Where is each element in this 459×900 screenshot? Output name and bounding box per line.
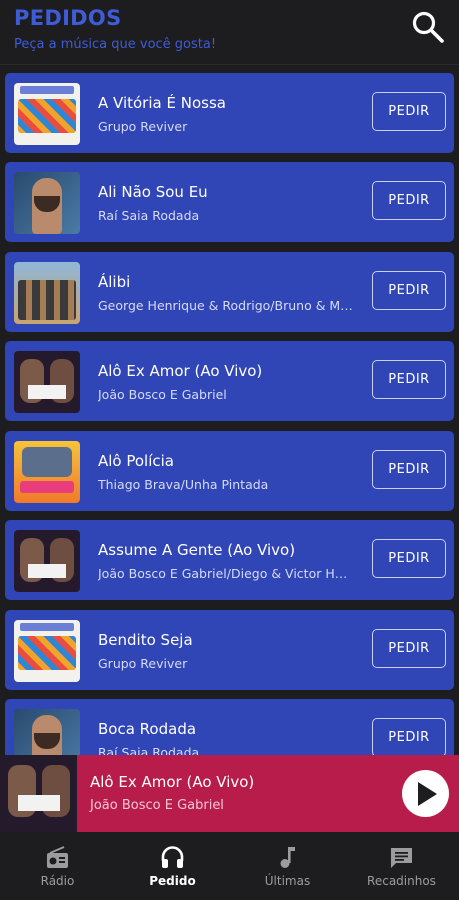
song-title: Alô Ex Amor (Ao Vivo) (98, 362, 263, 380)
song-title: Álibi (98, 273, 131, 291)
album-art (14, 620, 80, 682)
page-subtitle: Peça a música que você gosta! (14, 37, 217, 52)
radio-icon (47, 846, 68, 868)
album-art (14, 351, 80, 413)
album-art (14, 83, 80, 145)
music-note-icon (280, 847, 295, 868)
song-row[interactable]: Álibi George Henrique & Rodrigo/Bruno & … (5, 252, 454, 332)
now-playing-title: Alô Ex Amor (Ao Vivo) (90, 773, 255, 791)
song-artist: Grupo Reviver (98, 656, 188, 671)
song-list[interactable]: A Vitória É Nossa Grupo Reviver PEDIR Al… (0, 65, 459, 755)
song-row[interactable]: Alô Ex Amor (Ao Vivo) João Bosco E Gabri… (5, 341, 454, 421)
song-row[interactable]: Boca Rodada Raí Saia Rodada PEDIR (5, 699, 454, 755)
tab-pedido[interactable]: Pedido (115, 832, 230, 900)
song-artist: Raí Saia Rodada (98, 208, 200, 223)
request-button[interactable]: PEDIR (372, 181, 446, 220)
tab-pedido-label: Pedido (149, 874, 196, 888)
tab-radio-label: Rádio (40, 874, 75, 888)
tab-ultimas[interactable]: Últimas (230, 832, 345, 900)
bottom-nav: Rádio Pedido Últimas Recadinhos (0, 832, 459, 900)
song-row[interactable]: Bendito Seja Grupo Reviver PEDIR (5, 610, 454, 690)
message-icon (391, 848, 412, 868)
request-button[interactable]: PEDIR (372, 629, 446, 668)
page-title: PEDIDOS (14, 6, 122, 30)
song-row[interactable]: Alô Polícia Thiago Brava/Unha Pintada PE… (5, 431, 454, 511)
song-title: Bendito Seja (98, 631, 193, 649)
song-title: Alô Polícia (98, 452, 175, 470)
search-icon[interactable] (411, 10, 445, 44)
song-row[interactable]: Ali Não Sou Eu Raí Saia Rodada PEDIR (5, 162, 454, 242)
headphones-icon (161, 846, 184, 868)
album-art (14, 441, 80, 503)
song-title: A Vitória É Nossa (98, 94, 226, 112)
play-button[interactable] (402, 770, 449, 817)
request-button[interactable]: PEDIR (372, 718, 446, 755)
request-button[interactable]: PEDIR (372, 271, 446, 310)
tab-recadinhos[interactable]: Recadinhos (344, 832, 459, 900)
now-playing-art (0, 755, 77, 832)
tab-recadinhos-label: Recadinhos (367, 874, 436, 888)
request-button[interactable]: PEDIR (372, 360, 446, 399)
request-button[interactable]: PEDIR (372, 539, 446, 578)
song-artist: João Bosco E Gabriel/Diego & Victor Hugo (98, 566, 353, 581)
song-title: Ali Não Sou Eu (98, 183, 208, 201)
song-title: Assume A Gente (Ao Vivo) (98, 541, 296, 559)
album-art (14, 172, 80, 234)
tab-radio[interactable]: Rádio (0, 832, 115, 900)
song-row[interactable]: Assume A Gente (Ao Vivo) João Bosco E Ga… (5, 520, 454, 600)
song-artist: Thiago Brava/Unha Pintada (98, 477, 269, 492)
song-artist: Grupo Reviver (98, 119, 188, 134)
song-artist: George Henrique & Rodrigo/Bruno & Marron… (98, 298, 353, 313)
app-header: PEDIDOS Peça a música que você gosta! (0, 0, 459, 65)
tab-ultimas-label: Últimas (264, 874, 311, 888)
now-playing-artist: João Bosco E Gabriel (90, 798, 224, 813)
song-artist: Raí Saia Rodada (98, 745, 200, 755)
album-art (14, 709, 80, 755)
song-row[interactable]: A Vitória É Nossa Grupo Reviver PEDIR (5, 73, 454, 153)
album-art (14, 262, 80, 324)
now-playing-bar[interactable]: Alô Ex Amor (Ao Vivo) João Bosco E Gabri… (0, 755, 459, 832)
play-icon (418, 782, 437, 806)
request-button[interactable]: PEDIR (372, 450, 446, 489)
request-button[interactable]: PEDIR (372, 92, 446, 131)
song-artist: João Bosco E Gabriel (98, 387, 227, 402)
song-title: Boca Rodada (98, 720, 197, 738)
album-art (14, 530, 80, 592)
